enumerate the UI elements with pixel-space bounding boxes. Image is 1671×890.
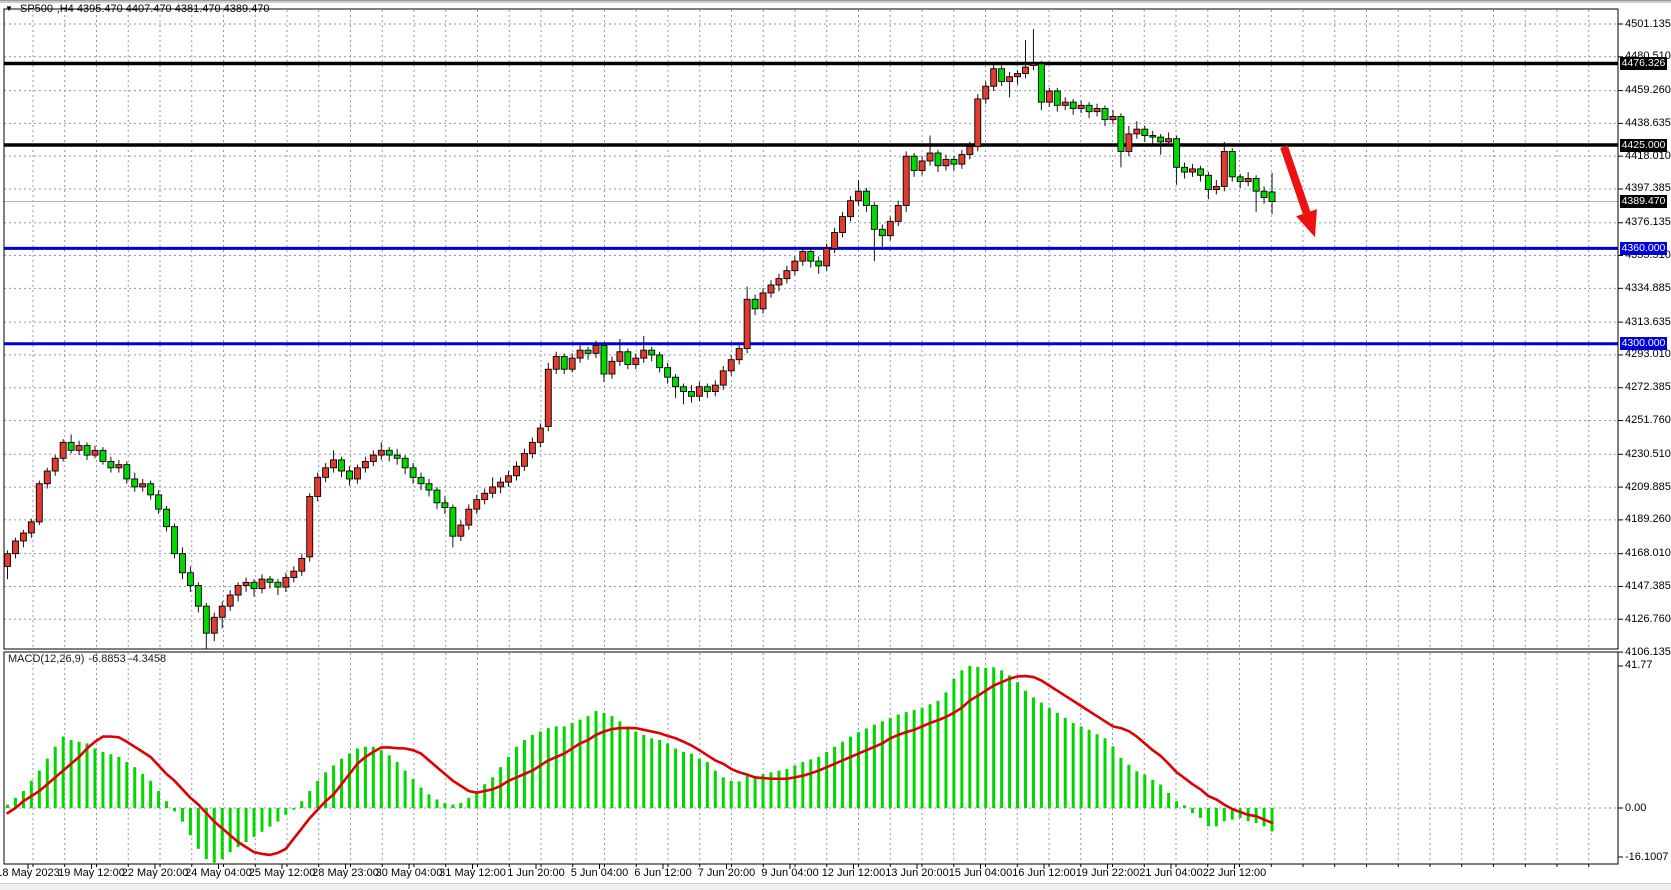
symbol-dropdown-icon[interactable]: ▼ <box>5 4 13 13</box>
price-level-badge: 4476.326 <box>1620 57 1667 70</box>
price-tick-label: 4334.885 <box>1625 282 1671 294</box>
price-tick-label: 4459.260 <box>1625 84 1671 96</box>
price-tick-label: 4168.010 <box>1625 547 1671 559</box>
price-tick-label: 4209.885 <box>1625 481 1671 493</box>
time-tick-label: 19 Jun 22:00 <box>1076 867 1140 879</box>
time-tick-label: 9 Jun 04:00 <box>761 867 819 879</box>
price-tick-label: 4106.135 <box>1625 646 1671 658</box>
time-tick-label: 13 Jun 20:00 <box>885 867 949 879</box>
price-level-badge: 4300.000 <box>1620 337 1667 350</box>
ohlc-label: 4395.470 4407.470 4381.470 4389.470 <box>77 3 270 15</box>
time-tick-label: 21 Jun 04:00 <box>1139 867 1203 879</box>
time-tick-label: 1 Jun 20:00 <box>507 867 565 879</box>
price-tick-label: 4501.135 <box>1625 18 1671 30</box>
time-tick-label: 6 Jun 12:00 <box>634 867 692 879</box>
symbol-period-label: SP500-,H4 <box>20 3 74 15</box>
macd-values: -6.8853 -4.3458 <box>88 653 166 665</box>
macd-name: MACD(12,26,9) <box>8 653 84 665</box>
time-tick-label: 22 Jun 12:00 <box>1203 867 1267 879</box>
price-tick-label: 4147.385 <box>1625 580 1671 592</box>
chart-window: ▼ SP500-,H4 4395.470 4407.470 4381.470 4… <box>0 0 1671 890</box>
time-tick-label: 15 Jun 04:00 <box>949 867 1013 879</box>
time-tick-label: 22 May 20:00 <box>122 867 189 879</box>
price-level-badge: 4389.470 <box>1620 195 1667 208</box>
price-tick-label: 4272.385 <box>1625 381 1671 393</box>
macd-indicator-label: MACD(12,26,9) -6.8853 -4.3458 <box>8 653 170 665</box>
price-tick-label: 4313.635 <box>1625 316 1671 328</box>
time-tick-label: 24 May 04:00 <box>185 867 252 879</box>
time-tick-label: 28 May 23:00 <box>312 867 379 879</box>
time-tick-label: 25 May 12:00 <box>249 867 316 879</box>
chart-title: ▼ SP500-,H4 4395.470 4407.470 4381.470 4… <box>5 3 270 15</box>
price-tick-label: 4397.385 <box>1625 182 1671 194</box>
price-tick-label: 4230.510 <box>1625 448 1671 460</box>
price-chart-canvas[interactable] <box>0 1 1671 890</box>
price-level-badge: 4425.000 <box>1620 139 1667 152</box>
price-tick-label: 4126.760 <box>1625 613 1671 625</box>
price-tick-label: 4438.635 <box>1625 117 1671 129</box>
macd-tick-label: 0.00 <box>1625 802 1646 814</box>
time-tick-label: 18 May 2023 <box>0 867 60 879</box>
time-tick-label: 31 May 12:00 <box>439 867 506 879</box>
price-tick-label: 4251.760 <box>1625 414 1671 426</box>
macd-tick-label: -16.1007 <box>1625 851 1668 863</box>
price-level-badge: 4360.000 <box>1620 242 1667 255</box>
macd-tick-label: 41.77 <box>1625 659 1653 671</box>
time-tick-label: 12 Jun 12:00 <box>822 867 886 879</box>
time-tick-label: 7 Jun 20:00 <box>698 867 756 879</box>
time-tick-label: 30 May 04:00 <box>376 867 443 879</box>
time-tick-label: 19 May 12:00 <box>58 867 125 879</box>
price-tick-label: 4189.260 <box>1625 513 1671 525</box>
time-tick-label: 5 Jun 04:00 <box>571 867 629 879</box>
price-tick-label: 4376.135 <box>1625 216 1671 228</box>
time-tick-label: 16 Jun 12:00 <box>1012 867 1076 879</box>
